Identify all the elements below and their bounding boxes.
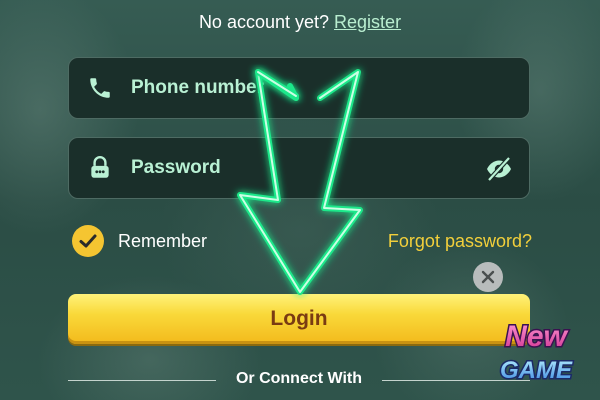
divider-label: Or Connect With: [235, 370, 363, 387]
lock-icon: [87, 155, 113, 181]
remember-label: Remember: [118, 230, 208, 251]
phone-icon: [87, 75, 113, 101]
login-button[interactable]: Login: [68, 294, 530, 344]
eye-slash-icon[interactable]: [485, 156, 513, 182]
connect-divider: Or Connect With: [68, 370, 530, 390]
register-prompt-text: No account yet?: [198, 12, 330, 32]
password-field[interactable]: Password: [68, 137, 530, 199]
checkmark-icon: [79, 234, 97, 248]
logo-line2: GAME: [500, 357, 573, 384]
password-placeholder: Password: [131, 157, 221, 178]
new-game-logo: New GAME: [499, 319, 575, 386]
forgot-password-link[interactable]: Forgot password?: [388, 231, 532, 252]
logo-line1: New: [505, 320, 568, 353]
login-button-label: Login: [270, 307, 328, 330]
remember-checkbox[interactable]: [72, 225, 104, 257]
phone-number-placeholder: Phone number: [131, 77, 265, 98]
close-button[interactable]: [473, 262, 503, 292]
close-icon: [481, 270, 495, 284]
register-prompt-row: No account yet? Register: [0, 12, 600, 33]
phone-number-field[interactable]: Phone number: [68, 57, 530, 119]
remember-row[interactable]: Remember: [72, 224, 207, 258]
register-link[interactable]: Register: [334, 12, 401, 32]
